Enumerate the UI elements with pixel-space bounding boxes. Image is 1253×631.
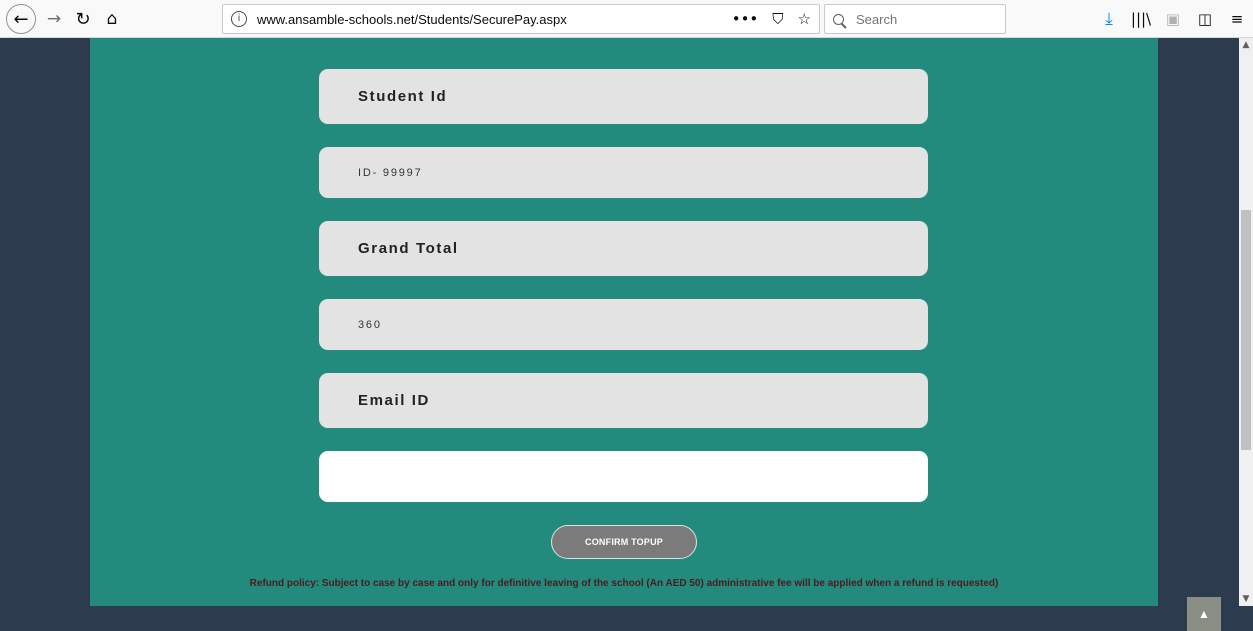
scroll-to-top-button[interactable]: ▲ [1187,597,1221,631]
back-button[interactable]: ← [6,4,36,34]
page-background: Student Id ID- 99997 Grand Total 360 Ema… [0,38,1239,631]
toolbar-icons: ⤓ |||\ ▣ ◫ ≡ [1093,0,1253,38]
download-icon[interactable]: ⤓ [1093,9,1125,29]
reload-icon: ↻ [75,8,91,30]
scroll-up-arrow-icon[interactable]: ▲ [1239,38,1253,52]
grand-total-label: Grand Total [358,240,459,257]
student-id-value: ID- 99997 [358,166,423,179]
scrollbar-thumb[interactable] [1241,210,1251,450]
sidebar-icon[interactable]: ◫ [1189,10,1221,28]
home-button[interactable]: ⌂ [101,0,123,38]
back-arrow-icon: ← [13,8,29,30]
library-icon[interactable]: |||\ [1125,10,1157,28]
forward-arrow-icon: → [46,9,62,29]
chevron-up-icon: ▲ [1198,607,1210,621]
search-bar[interactable]: Search [824,4,1006,34]
bookmark-star-icon[interactable]: ☆ [798,10,811,28]
address-bar[interactable]: i www.ansamble-schools.net/Students/Secu… [222,4,820,34]
refund-policy-text: Refund policy: Subject to case by case a… [249,578,999,589]
payment-panel: Student Id ID- 99997 Grand Total 360 Ema… [90,38,1158,606]
search-placeholder: Search [856,11,898,27]
email-label-box: Email ID [319,373,928,428]
url-text[interactable]: www.ansamble-schools.net/Students/Secure… [257,12,567,27]
grand-total-value: 360 [358,318,382,331]
reload-button[interactable]: ↻ [72,0,94,38]
page-actions-icon[interactable]: ••• [732,10,759,28]
student-id-value-box: ID- 99997 [319,147,928,198]
email-input[interactable] [319,451,928,502]
email-label: Email ID [358,392,430,409]
browser-toolbar: ← → ↻ ⌂ i www.ansamble-schools.net/Stude… [0,0,1253,38]
student-id-label-box: Student Id [319,69,928,124]
home-icon: ⌂ [106,9,118,29]
grand-total-value-box: 360 [319,299,928,350]
menu-icon[interactable]: ≡ [1221,10,1253,28]
reader-view-icon[interactable]: ▣ [1157,10,1189,28]
vertical-scrollbar[interactable]: ▲ ▼ [1239,38,1253,606]
search-icon [833,13,844,25]
info-icon[interactable]: i [231,11,247,27]
scroll-down-arrow-icon[interactable]: ▼ [1239,592,1253,606]
student-id-label: Student Id [358,88,448,105]
grand-total-label-box: Grand Total [319,221,928,276]
confirm-topup-button[interactable]: CONFIRM TOPUP [551,525,697,559]
forward-button[interactable]: → [44,0,64,38]
pocket-icon[interactable]: ⛉ [772,10,783,28]
